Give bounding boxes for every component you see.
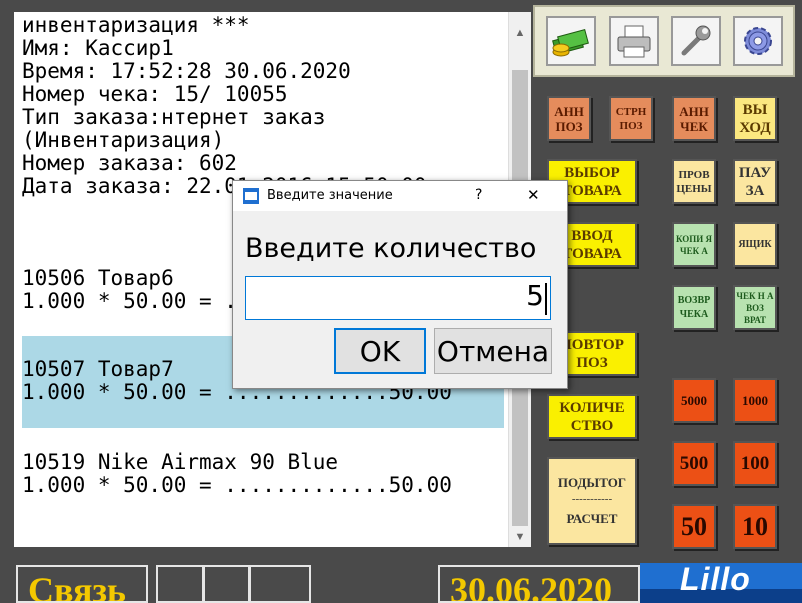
- status-cell: [203, 565, 250, 603]
- cash-10-button[interactable]: 10: [733, 504, 777, 549]
- cancel-position-button[interactable]: АНН ПОЗ: [547, 96, 591, 141]
- dialog-title: Введите значение: [267, 188, 393, 203]
- dialog-titlebar: Введите значение ? ✕: [233, 181, 567, 211]
- cash-5000-button[interactable]: 5000: [672, 378, 716, 423]
- receipt-line: инвентаризация ***: [22, 13, 250, 37]
- config-button[interactable]: [733, 16, 783, 66]
- refund-receipt-button[interactable]: ЧЕК Н А ВОЗ ВРАТ: [733, 285, 777, 330]
- receipt-line: Номер заказа: 602: [22, 151, 237, 175]
- status-cell: [249, 565, 311, 603]
- connection-status: Связь: [16, 565, 148, 603]
- cash-500-button[interactable]: 500: [672, 441, 716, 486]
- date-text: 30.06.2020: [450, 570, 612, 603]
- gear-icon: [744, 27, 772, 55]
- price-check-button[interactable]: ПРОВ ЦЕНЫ: [672, 159, 716, 204]
- receipt-line: Время: 17:52:28 30.06.2020: [22, 59, 351, 83]
- connection-status-text: Связь: [28, 570, 126, 603]
- storno-position-button[interactable]: СТРН ПОЗ: [609, 96, 653, 141]
- receipt-item-title[interactable]: 10507 Товар7: [22, 358, 174, 381]
- date-display: 30.06.2020: [438, 565, 640, 603]
- money-icon: [552, 29, 589, 57]
- receipt-line: (Инвентаризация): [22, 128, 225, 152]
- quantity-input[interactable]: 5: [245, 276, 551, 320]
- cancel-button[interactable]: Отмена: [434, 328, 552, 374]
- cancel-receipt-button[interactable]: АНН ЧЕК: [672, 96, 716, 141]
- app-icon: [243, 188, 259, 204]
- dialog-prompt: Введите количество: [245, 233, 537, 264]
- receipt-item-calc[interactable]: 1.000 * 50.00 = .............50.00: [22, 474, 452, 497]
- scroll-down-icon[interactable]: ▼: [513, 530, 527, 544]
- quantity-button[interactable]: КОЛИЧЕ СТВО: [547, 394, 637, 439]
- toolbar: [533, 5, 795, 77]
- receipt-line: Имя: Кассир1: [22, 36, 174, 60]
- printer-icon: [617, 25, 651, 58]
- subtotal-label: ПОДЫТОГ: [557, 475, 627, 490]
- pause-button[interactable]: ПАУ ЗА: [733, 159, 777, 204]
- print-button[interactable]: [609, 16, 659, 66]
- cash-1000-button[interactable]: 1000: [733, 378, 777, 423]
- wrench-icon: [681, 25, 711, 56]
- logo-text: Lillo: [680, 563, 751, 597]
- quantity-value: 5: [526, 279, 544, 312]
- money-button[interactable]: [546, 16, 596, 66]
- ok-button[interactable]: OK: [334, 328, 426, 374]
- receipt-copy-button[interactable]: КОПИ Я ЧЕК А: [672, 222, 716, 267]
- cash-50-button[interactable]: 50: [672, 504, 716, 549]
- quantity-dialog: Введите значение ? ✕ Введите количество …: [232, 180, 568, 389]
- lillo-logo: Lillo: [640, 563, 802, 603]
- cash-100-button[interactable]: 100: [733, 441, 777, 486]
- payment-label: РАСЧЕТ: [566, 511, 618, 526]
- help-icon[interactable]: ?: [475, 187, 482, 203]
- receipt-item-title[interactable]: 10519 Nike Airmax 90 Blue: [22, 451, 338, 474]
- text-cursor: [545, 283, 547, 315]
- scroll-up-icon[interactable]: ▲: [513, 26, 527, 40]
- status-cell: [156, 565, 204, 603]
- exit-button[interactable]: ВЫ ХОД: [733, 96, 777, 141]
- close-icon[interactable]: ✕: [527, 186, 540, 204]
- receipt-line: Номер чека: 15/ 10055: [22, 82, 288, 106]
- return-receipt-button[interactable]: ВОЗВР ЧЕКА: [672, 285, 716, 330]
- settings-tools-button[interactable]: [671, 16, 721, 66]
- receipt-item-title[interactable]: 10506 Товар6: [22, 267, 174, 290]
- separator: -----------: [571, 493, 613, 505]
- subtotal-payment-button[interactable]: ПОДЫТОГ ----------- РАСЧЕТ: [547, 457, 637, 545]
- receipt-line: Тип заказа:нтернет заказ: [22, 105, 326, 129]
- cash-drawer-button[interactable]: ЯЩИК: [733, 222, 777, 267]
